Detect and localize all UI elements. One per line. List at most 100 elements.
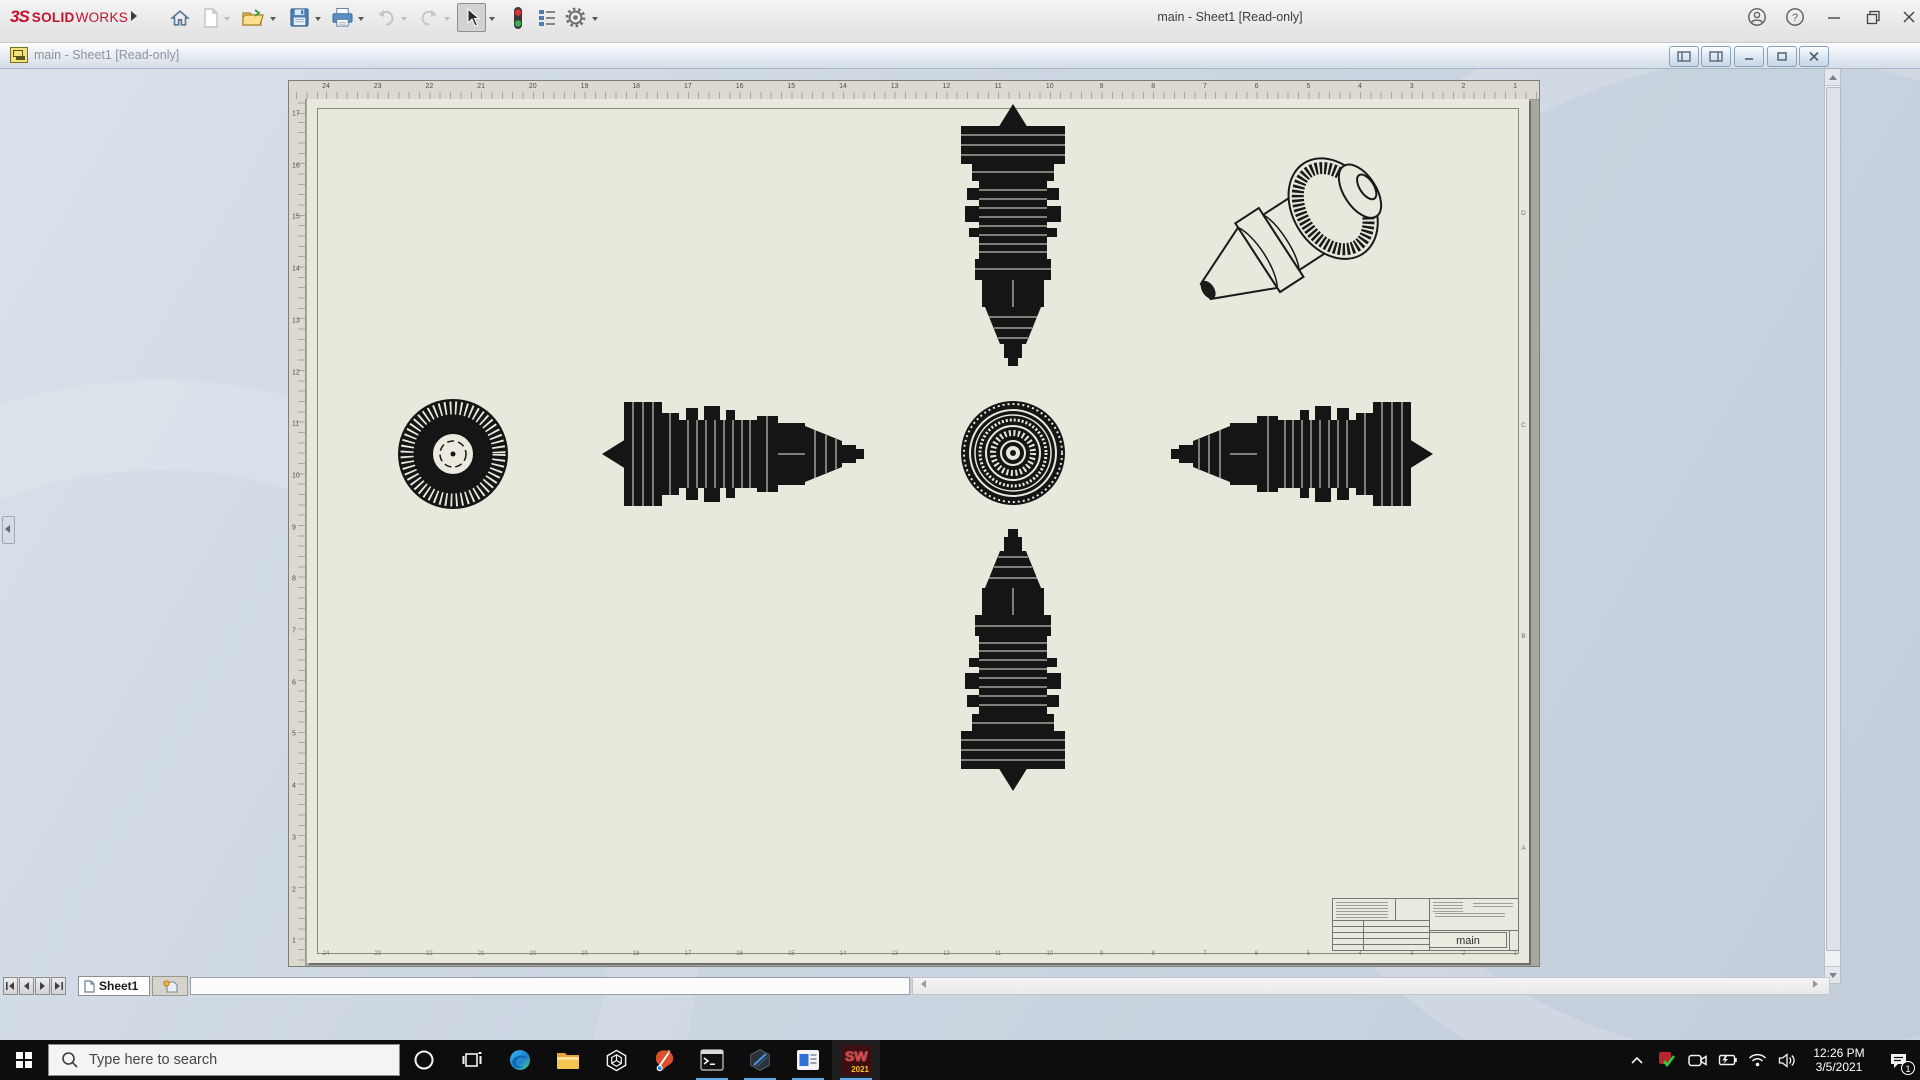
account-icon [1748, 8, 1766, 26]
select-tool-button[interactable] [457, 3, 486, 32]
solidworks-icon-year: 2021 [851, 1065, 869, 1074]
horizontal-scrollbar-track[interactable] [912, 977, 1830, 995]
scroll-left-arrow[interactable] [916, 978, 930, 990]
ruler-number: 16 [292, 162, 300, 170]
minimize-button[interactable] [1819, 2, 1849, 32]
tray-network-button[interactable] [1742, 1040, 1772, 1080]
doc-close-button[interactable] [1799, 46, 1829, 67]
drawing-view-front[interactable] [398, 399, 508, 509]
title-block-drawing-name: main [1429, 932, 1507, 948]
save-dropdown[interactable] [313, 14, 323, 24]
pane-right-button[interactable] [1701, 46, 1731, 67]
horizontal-scrollbar-thumb[interactable] [190, 977, 910, 995]
print-button[interactable] [328, 3, 357, 32]
pane-left-button[interactable] [1669, 46, 1699, 67]
vertical-scrollbar-thumb[interactable] [1826, 87, 1841, 951]
ruler-number: 10 [1045, 83, 1054, 90]
tray-volume-button[interactable] [1772, 1040, 1802, 1080]
doc-restore-button[interactable] [1767, 46, 1797, 67]
options-button[interactable] [561, 3, 590, 32]
ruler-number: 6 [1254, 83, 1259, 90]
open-button[interactable] [238, 3, 267, 32]
drawing-view-bottom[interactable] [960, 528, 1066, 792]
ruler-number: 17 [292, 110, 300, 118]
home-button[interactable] [165, 3, 194, 32]
ruler-number: 15 [787, 83, 796, 90]
file-properties-button[interactable] [532, 3, 561, 32]
doc-close-icon [1809, 51, 1819, 62]
taskbar-task-view-button[interactable] [448, 1040, 496, 1080]
edge-icon [510, 1050, 530, 1070]
add-sheet-tab[interactable] [152, 976, 188, 996]
scroll-right-arrow[interactable] [1808, 978, 1822, 990]
taskbar-command-prompt-button[interactable] [688, 1040, 736, 1080]
select-cursor-icon [467, 7, 480, 27]
taskbar-file-explorer-button[interactable] [544, 1040, 592, 1080]
restore-button[interactable] [1858, 2, 1888, 32]
previous-sheet-button[interactable] [19, 977, 34, 995]
start-button[interactable] [0, 1040, 48, 1080]
redo-button[interactable] [414, 3, 443, 32]
feature-pane-collapse-tab[interactable] [2, 516, 15, 544]
ruler-number: 18 [632, 83, 641, 90]
taskbar-blue-window-app-button[interactable] [784, 1040, 832, 1080]
first-sheet-button[interactable] [3, 977, 18, 995]
vertical-scrollbar[interactable] [1824, 68, 1841, 984]
previous-sheet-icon [24, 982, 29, 990]
toolbar-flyout-arrow[interactable] [131, 11, 137, 21]
home-icon [169, 9, 190, 26]
ruler-number: 17 [683, 83, 692, 90]
print-dropdown[interactable] [356, 14, 366, 24]
taskbar-edge-button[interactable] [496, 1040, 544, 1080]
tray-power-button[interactable] [1712, 1040, 1742, 1080]
drawing-document-icon [10, 47, 28, 63]
svg-text:?: ? [1792, 12, 1798, 24]
redo-dropdown[interactable] [442, 14, 452, 24]
drawing-view-left-side[interactable] [601, 401, 865, 507]
doc-minimize-icon [1745, 58, 1753, 60]
brand-light: WORKS [75, 9, 129, 25]
scroll-up-arrow[interactable] [1825, 69, 1840, 86]
ruler-number: 13 [890, 83, 899, 90]
account-button[interactable] [1742, 2, 1772, 32]
rebuild-button[interactable] [503, 3, 532, 32]
ruler-number: 4 [1358, 83, 1362, 90]
drawing-view-right-side[interactable] [1170, 401, 1434, 507]
drawing-view-isometric[interactable] [1174, 137, 1403, 338]
solidworks-monitor-icon [1659, 1052, 1676, 1068]
new-document-icon [203, 7, 218, 28]
taskbar-solidworks-button[interactable]: SW 2021 [832, 1040, 880, 1080]
new-document-dropdown[interactable] [222, 14, 232, 24]
taskbar-snip-sketch-button[interactable] [640, 1040, 688, 1080]
tray-solidworks-monitor-button[interactable] [1652, 1040, 1682, 1080]
next-sheet-button[interactable] [35, 977, 50, 995]
taskbar-clock[interactable]: 12:26 PM 3/5/2021 [1802, 1046, 1876, 1074]
taskbar-hexagon-app-button[interactable] [736, 1040, 784, 1080]
undo-button[interactable] [371, 3, 400, 32]
close-button[interactable] [1894, 2, 1920, 32]
sheet-icon [84, 979, 95, 993]
triangle-left-icon [920, 980, 926, 988]
last-sheet-button[interactable] [51, 977, 66, 995]
options-dropdown[interactable] [590, 14, 600, 24]
taskbar-3d-viewer-button[interactable] [592, 1040, 640, 1080]
undo-dropdown[interactable] [399, 14, 409, 24]
open-dropdown[interactable] [268, 14, 278, 24]
search-input[interactable] [87, 1051, 371, 1069]
save-button[interactable] [285, 3, 314, 32]
select-tool-dropdown[interactable] [487, 14, 497, 24]
tray-meet-now-button[interactable] [1682, 1040, 1712, 1080]
new-document-button[interactable] [196, 3, 225, 32]
sheet-tab-sheet1[interactable]: Sheet1 [78, 976, 150, 996]
graphics-viewport: 24 23 22 21 20 19 18 17 16 15 14 13 12 11 10 9 8 7 6 5 4 3 2 1 … [288, 80, 1540, 967]
drawing-view-rear[interactable] [961, 401, 1065, 505]
taskbar-cortana-button[interactable] [400, 1040, 448, 1080]
tray-show-hidden-icons-button[interactable] [1622, 1040, 1652, 1080]
taskbar-search[interactable] [48, 1044, 400, 1076]
action-center-button[interactable]: 1 [1876, 1040, 1920, 1080]
help-button[interactable]: ? [1780, 2, 1810, 32]
drawing-view-top[interactable] [960, 103, 1066, 367]
windows-taskbar: SW 2021 12:26 [0, 1040, 1920, 1080]
ruler-number: 3 [292, 834, 296, 842]
doc-minimize-button[interactable] [1734, 46, 1764, 67]
